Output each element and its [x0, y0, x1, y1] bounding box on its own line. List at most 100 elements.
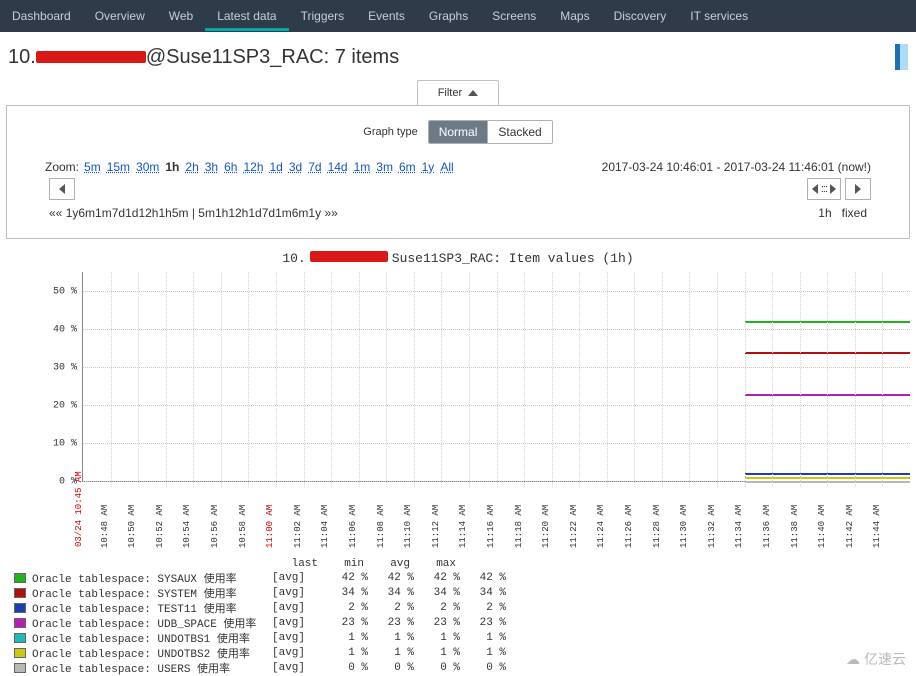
legend-max: 1 %	[460, 647, 506, 659]
x-tick-label: 11:08 AM	[376, 505, 386, 548]
nav-item-web[interactable]: Web	[157, 1, 205, 31]
prev-button[interactable]	[49, 178, 75, 200]
shift-right-1h[interactable]: 1h	[215, 206, 228, 220]
legend-swatch	[14, 618, 26, 628]
x-tick-label: 11:22 AM	[569, 505, 579, 548]
x-tick-label: 11:32 AM	[707, 505, 717, 548]
legend-row: Oracle tablespace: SYSTEM 使用率[avg]34 %34…	[14, 585, 916, 600]
zoom-2h[interactable]: 2h	[185, 160, 198, 174]
shift-right-7d[interactable]: 7d	[262, 206, 275, 220]
shift-left-6m[interactable]: 6m	[78, 206, 95, 220]
filter-toggle[interactable]: Filter	[417, 80, 500, 105]
x-gridline	[331, 272, 332, 487]
legend-min: 23 %	[368, 617, 414, 629]
nav-item-overview[interactable]: Overview	[83, 1, 157, 31]
chart-plot-area[interactable]: 0 %10 %20 %30 %40 %50 %	[82, 272, 910, 482]
x-tick-label: 11:34 AM	[734, 505, 744, 548]
shift-left-1h[interactable]: 1h	[158, 206, 171, 220]
fixed-link[interactable]: fixed	[842, 206, 867, 220]
page-title: 10. @Suse11SP3_RAC: 7 items	[8, 46, 399, 69]
pager-sep: |	[189, 206, 199, 220]
nav-item-maps[interactable]: Maps	[548, 1, 601, 31]
legend-agg: [avg]	[272, 572, 322, 584]
header-row: 10. @Suse11SP3_RAC: 7 items	[0, 32, 916, 82]
legend-name: Oracle tablespace: UDB_SPACE 使用率	[32, 615, 272, 631]
x-tick-label: 11:36 AM	[762, 505, 772, 548]
zoom-3d[interactable]: 3d	[289, 160, 302, 174]
y-tick-label: 50 %	[53, 287, 77, 298]
zoom-12h[interactable]: 12h	[243, 160, 263, 174]
range-from[interactable]: 2017-03-24 10:46:01	[602, 160, 713, 174]
period-fixed: 1h fixed	[818, 206, 867, 220]
zoom-1h[interactable]: 1h	[165, 160, 179, 174]
legend-max: 34 %	[460, 587, 506, 599]
nav-item-dashboard[interactable]: Dashboard	[0, 1, 83, 31]
nav-item-triggers[interactable]: Triggers	[289, 1, 357, 31]
zoom-6m[interactable]: 6m	[399, 160, 416, 174]
zoom-1m[interactable]: 1m	[354, 160, 371, 174]
x-gridline	[166, 272, 167, 487]
shift-right-12h[interactable]: 12h	[228, 206, 248, 220]
shift-left-1d[interactable]: 1d	[125, 206, 138, 220]
zoom-All[interactable]: All	[440, 160, 453, 174]
nav-item-discovery[interactable]: Discovery	[602, 1, 679, 31]
x-gridline	[386, 272, 387, 487]
legend-swatch	[14, 663, 26, 673]
shift-left-1m[interactable]: 1m	[95, 206, 112, 220]
legend-row: Oracle tablespace: USERS 使用率[avg]0 %0 %0…	[14, 660, 916, 675]
x-tick-label: 11:26 AM	[624, 505, 634, 548]
x-gridline	[524, 272, 525, 487]
zoom-30m[interactable]: 30m	[136, 160, 159, 174]
shift-left-1y[interactable]: 1y	[66, 206, 79, 220]
legend-row: Oracle tablespace: UDB_SPACE 使用率[avg]23 …	[14, 615, 916, 630]
graph-type-stacked[interactable]: Stacked	[487, 121, 551, 143]
nav-item-screens[interactable]: Screens	[480, 1, 548, 31]
x-gridline	[497, 272, 498, 487]
shift-right-6m[interactable]: 6m	[292, 206, 309, 220]
x-gridline	[855, 272, 856, 487]
shift-links-row: «« 1y6m1m7d1d12h1h5m | 5m1h12h1d7d1m6m1y…	[7, 202, 909, 224]
x-tick-label: 11:12 AM	[431, 505, 441, 548]
legend-min: 0 %	[368, 662, 414, 674]
watermark: ☁ 亿速云	[846, 649, 906, 669]
nav-item-it-services[interactable]: IT services	[678, 1, 760, 31]
filter-tab-row: Filter	[0, 80, 916, 105]
shift-right-5m[interactable]: 5m	[198, 206, 215, 220]
cloud-icon: ☁	[846, 651, 860, 668]
graph-type-label: Graph type	[363, 126, 417, 138]
x-gridline	[414, 272, 415, 487]
nav-item-graphs[interactable]: Graphs	[417, 1, 480, 31]
shift-right-1d[interactable]: 1d	[248, 206, 261, 220]
x-axis-labels: 10:48 AM10:50 AM10:52 AM10:54 AM10:56 AM…	[82, 482, 910, 548]
nav-item-events[interactable]: Events	[356, 1, 417, 31]
zoom-7d[interactable]: 7d	[308, 160, 321, 174]
shift-left-5m[interactable]: 5m	[172, 206, 189, 220]
range-to[interactable]: 2017-03-24 11:46:01 (now!)	[724, 160, 871, 174]
x-gridline	[607, 272, 608, 487]
zoom-3m[interactable]: 3m	[376, 160, 393, 174]
x-tick-label: 11:30 AM	[679, 505, 689, 548]
zoom-15m[interactable]: 15m	[107, 160, 130, 174]
shift-right-1y[interactable]: 1y	[308, 206, 321, 220]
x-tick-label: 11:38 AM	[790, 505, 800, 548]
next-button[interactable]	[845, 178, 871, 200]
pager-left: ««	[49, 206, 66, 220]
zoom-14d[interactable]: 14d	[328, 160, 348, 174]
shift-right-1m[interactable]: 1m	[275, 206, 292, 220]
chevron-right-icon	[855, 184, 861, 194]
shift-left-7d[interactable]: 7d	[112, 206, 125, 220]
favorite-icon[interactable]	[895, 44, 908, 70]
zoom-3h[interactable]: 3h	[205, 160, 218, 174]
zoom-1d[interactable]: 1d	[270, 160, 283, 174]
nav-left-btns	[49, 178, 75, 200]
legend-row: Oracle tablespace: SYSAUX 使用率[avg]42 %42…	[14, 570, 916, 585]
shift-left-12h[interactable]: 12h	[138, 206, 158, 220]
zoom-1y[interactable]: 1y	[422, 160, 435, 174]
zoom-6h[interactable]: 6h	[224, 160, 237, 174]
nav-item-latest-data[interactable]: Latest data	[205, 1, 288, 31]
zoom-5m[interactable]: 5m	[84, 160, 101, 174]
graph-type-normal[interactable]: Normal	[429, 121, 488, 143]
range-scrub-button[interactable]: :::	[807, 178, 841, 200]
chevron-left-icon	[59, 184, 65, 194]
x-tick-label: 10:50 AM	[127, 505, 137, 548]
